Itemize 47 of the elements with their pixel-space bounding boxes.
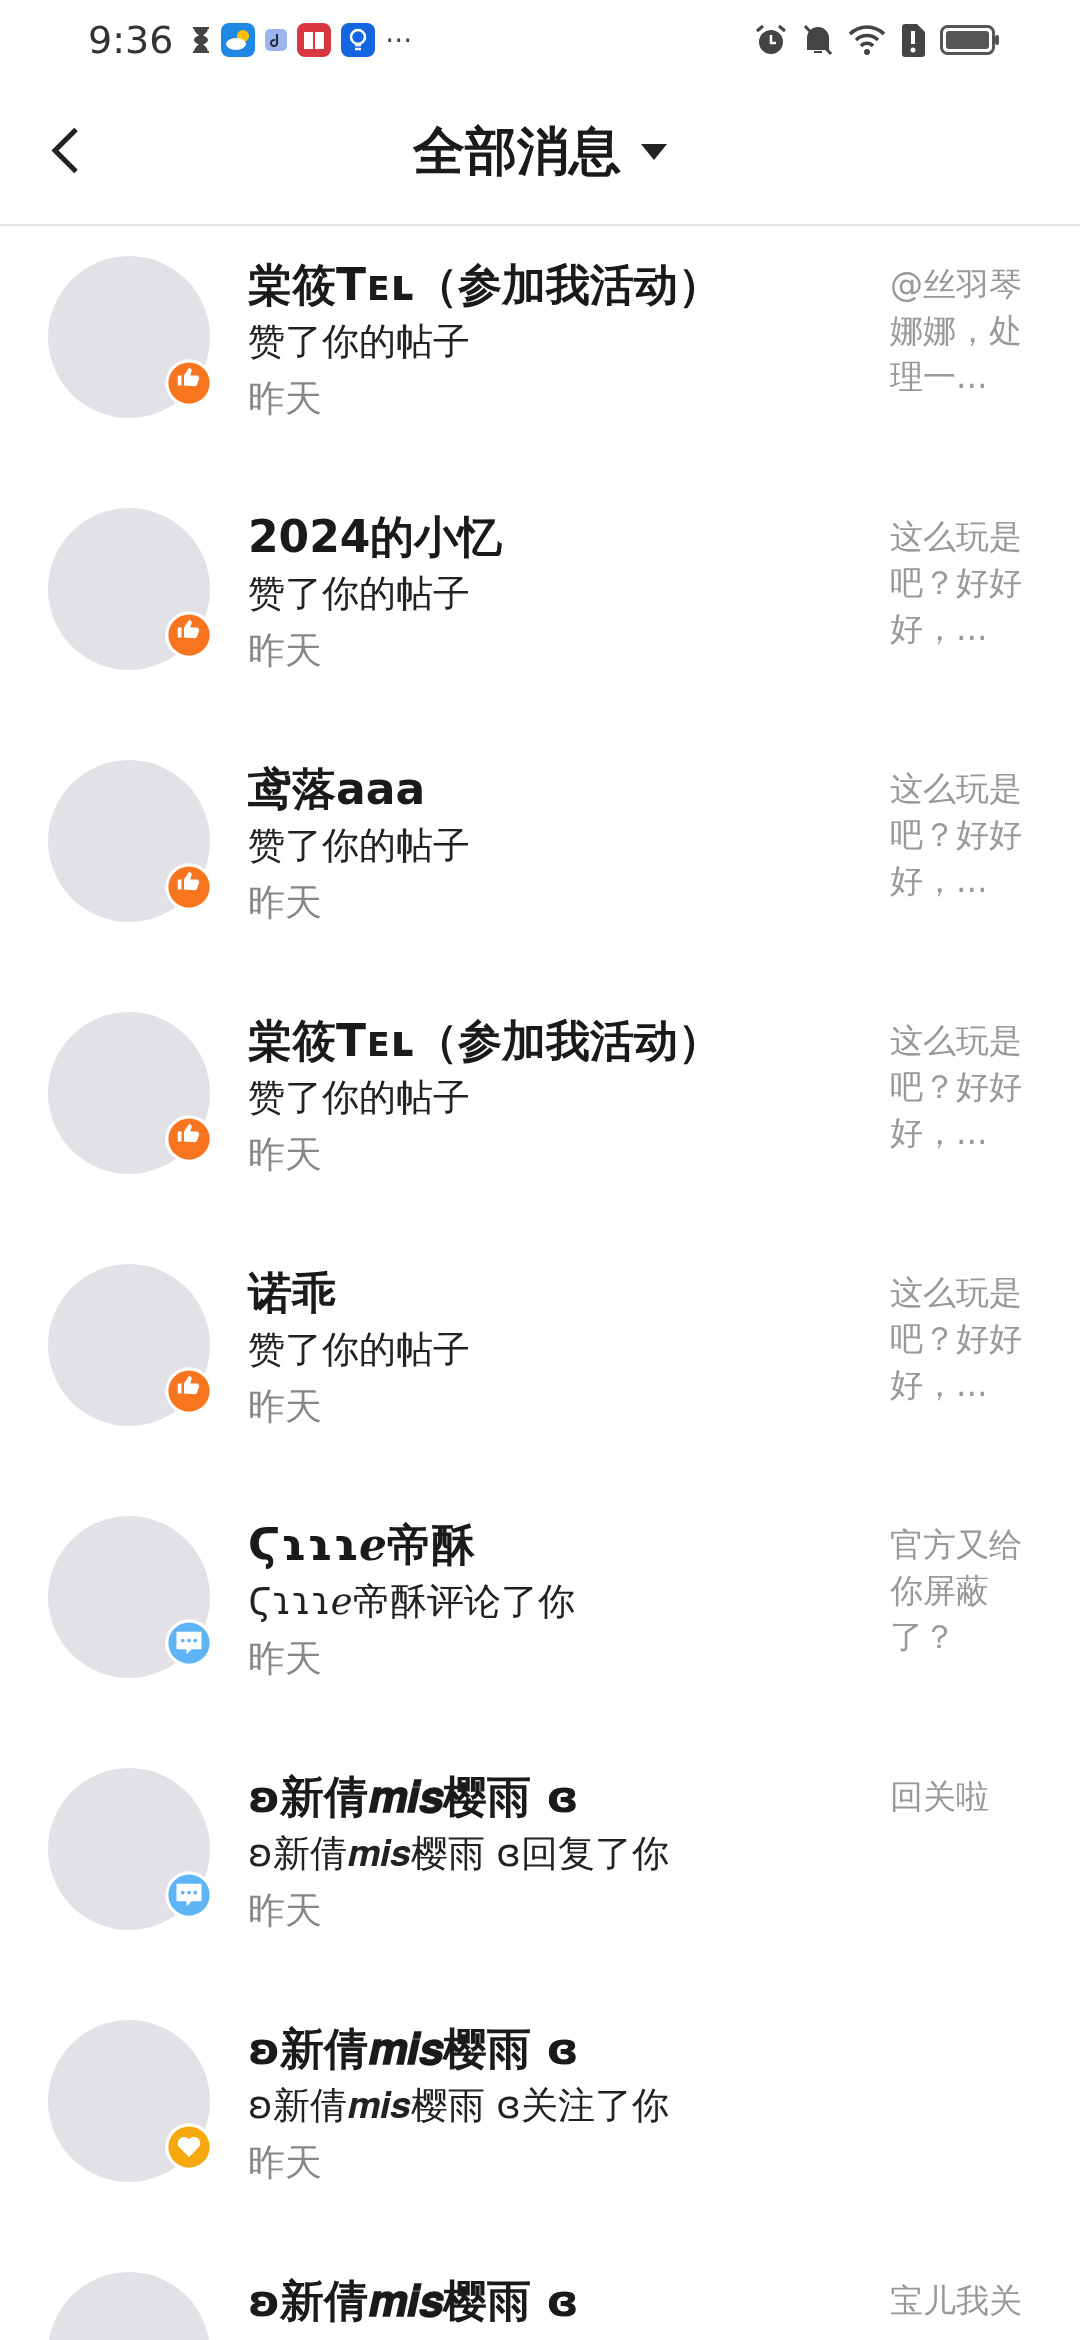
post-preview-text: 这么玩是吧？好好好，... <box>890 768 1023 902</box>
message-text: ʚ新倩𝒎𝒊𝒔樱雨 ɞ关注了你 <box>248 2083 670 2129</box>
battery-icon <box>940 25 1000 55</box>
message-text: 赞了你的帖子 <box>248 1327 471 1373</box>
message-time: 昨天 <box>248 880 323 926</box>
message-time: 昨天 <box>248 1888 323 1934</box>
message-time: 昨天 <box>248 2140 323 2186</box>
sender-name: 诺乖 <box>248 1266 337 1320</box>
sender-name: ʚ新倩𝒎𝒊𝒔樱雨 ɞ <box>248 2274 580 2328</box>
post-preview-text: 这么玩是吧？好好好，... <box>890 1272 1023 1406</box>
sender-name: Ϛɿɿɿℯ帝酥 <box>248 1518 476 1572</box>
message-time: 昨天 <box>248 1384 323 1430</box>
sender-name: ʚ新倩𝒎𝒊𝒔樱雨 ɞ <box>248 1770 580 1824</box>
wifi-icon <box>848 24 886 56</box>
message-text: 赞了你的帖子 <box>248 1075 471 1121</box>
message-text: 赞了你的帖子 <box>248 319 471 365</box>
message-time: 昨天 <box>248 376 323 422</box>
message-text: 赞了你的帖子 <box>248 823 471 869</box>
message-text: ʚ新倩𝒎𝒊𝒔樱雨 ɞ回复了你 <box>248 1831 670 1877</box>
post-preview-text: @丝羽琴娜娜，处理一... <box>890 264 1023 398</box>
post-preview-text: 这么玩是吧？好好好，... <box>890 516 1023 650</box>
message-time: 昨天 <box>248 1636 323 1682</box>
sender-name: 棠筱Tᴇʟ（参加我活动） <box>248 1014 724 1068</box>
alarm-clock-icon <box>754 23 788 57</box>
message-time: 昨天 <box>248 1132 323 1178</box>
message-time: 昨天 <box>248 628 323 674</box>
hourglass-icon <box>191 26 212 54</box>
more-notifications-indicator: ··· <box>385 23 413 57</box>
sender-name: 鸢落aaa <box>248 762 427 816</box>
book-app-icon <box>297 23 332 57</box>
title-dropdown[interactable]: 全部消息 <box>413 117 667 187</box>
dropdown-caret-icon <box>641 144 667 160</box>
sender-name: 2024的小忆 <box>248 510 504 564</box>
post-preview-text: 宝儿我关 <box>890 2280 1023 2322</box>
post-preview-text: 官方又给你屏蔽了？ <box>890 1524 1023 1658</box>
message-text: 赞了你的帖子 <box>248 571 471 617</box>
sender-name: ʚ新倩𝒎𝒊𝒔樱雨 ɞ <box>248 2022 580 2076</box>
status-time: 9:36 <box>88 18 174 62</box>
muted-bell-icon <box>802 23 834 57</box>
post-preview-text: 回关啦 <box>890 1776 990 1818</box>
lightbulb-app-icon <box>341 23 376 57</box>
post-preview-text: 这么玩是吧？好好好，... <box>890 1020 1023 1154</box>
sender-name: 棠筱Tᴇʟ（参加我活动） <box>248 258 724 312</box>
sim-alert-icon <box>900 23 926 57</box>
weather-app-icon <box>221 23 256 57</box>
message-text: Ϛɿɿɿℯ帝酥评论了你 <box>248 1579 576 1625</box>
music-note-icon <box>265 29 288 51</box>
